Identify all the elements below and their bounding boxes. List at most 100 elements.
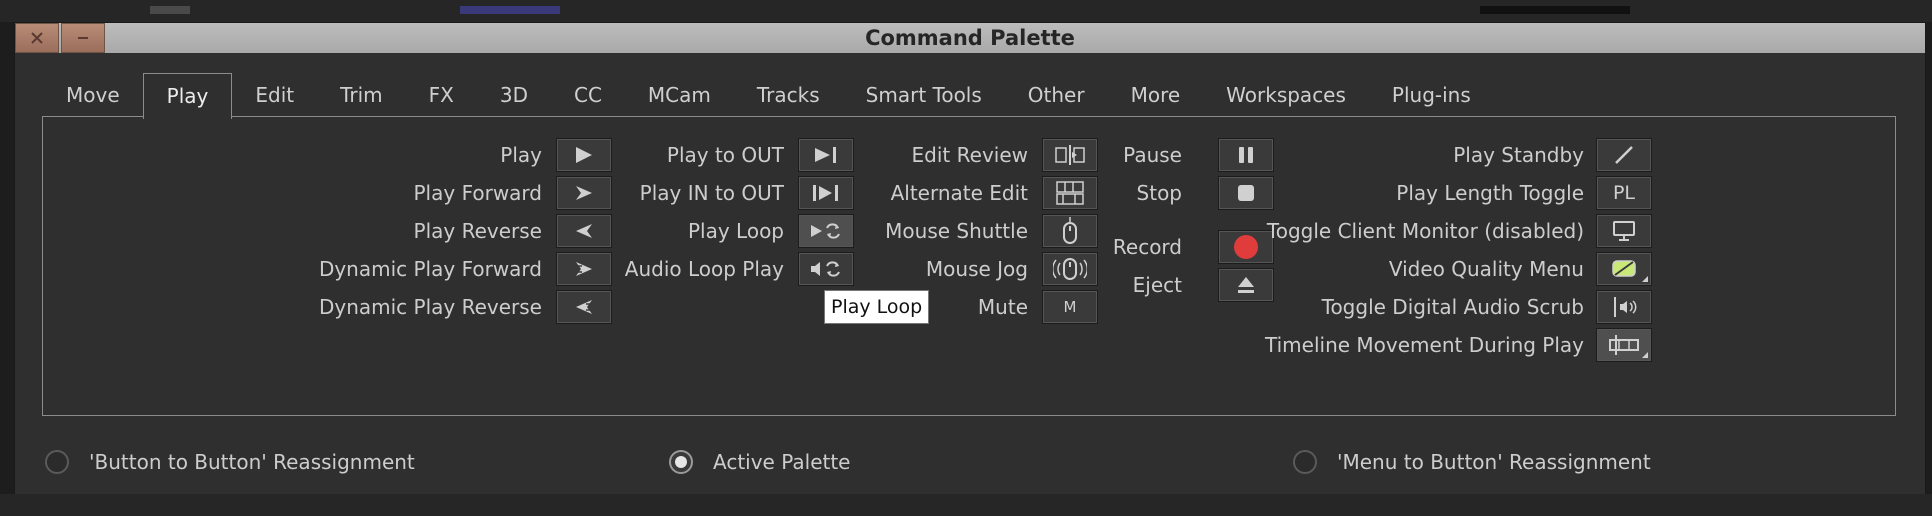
radio-label-active-palette: Active Palette: [713, 450, 851, 474]
audio-loop-play-icon: [809, 258, 843, 280]
radio-label-button-to-button: 'Button to Button' Reassignment: [89, 450, 415, 474]
command-label-play-loop: Play Loop: [687, 219, 784, 243]
command-label-mouse-jog: Mouse Jog: [925, 257, 1028, 281]
title-bar[interactable]: Command Palette: [15, 23, 1925, 53]
command-label-eject: Eject: [1132, 273, 1182, 297]
command-label-audio-loop-play: Audio Loop Play: [624, 257, 784, 281]
toggle-client-monitor-button[interactable]: [1596, 214, 1652, 248]
tooltip: Play Loop: [824, 290, 930, 324]
mouse-shuttle-icon: [1060, 216, 1080, 246]
command-palette-window: Command Palette Move Play Edit Trim FX 3…: [14, 22, 1926, 496]
radio-indicator[interactable]: [669, 450, 693, 474]
tab-move[interactable]: Move: [43, 73, 143, 117]
background-element: [1480, 6, 1630, 14]
background-element: [460, 6, 560, 14]
tab-play[interactable]: Play: [142, 73, 233, 119]
toggle-digital-audio-scrub-button[interactable]: [1596, 290, 1652, 324]
play-button[interactable]: [556, 138, 612, 172]
command-label-play-standby: Play Standby: [1453, 143, 1584, 167]
tab-workspaces[interactable]: Workspaces: [1203, 73, 1369, 117]
play-reverse-button[interactable]: [556, 214, 612, 248]
play-in-to-out-icon: [811, 183, 841, 203]
command-label-edit-review: Edit Review: [911, 143, 1028, 167]
play-icon: [572, 145, 596, 165]
command-label-play-length-toggle: Play Length Toggle: [1396, 181, 1584, 205]
video-quality-menu-button[interactable]: [1596, 252, 1652, 286]
radio-label-menu-to-button: 'Menu to Button' Reassignment: [1337, 450, 1651, 474]
video-quality-icon: [1611, 259, 1637, 279]
command-label-stop: Stop: [1136, 181, 1182, 205]
tab-other[interactable]: Other: [1005, 73, 1108, 117]
tab-more[interactable]: More: [1108, 73, 1204, 117]
command-label-mute: Mute: [977, 295, 1028, 319]
play-loop-icon: [809, 220, 843, 242]
tab-trim[interactable]: Trim: [317, 73, 406, 117]
audio-loop-play-button[interactable]: [798, 252, 854, 286]
play-forward-button[interactable]: [556, 176, 612, 210]
background-element: [150, 6, 190, 14]
tab-cc[interactable]: CC: [551, 73, 625, 117]
mute-icon: M: [1063, 298, 1077, 316]
dynamic-play-forward-button[interactable]: [556, 252, 612, 286]
command-label-play-in-to-out: Play IN to OUT: [639, 181, 784, 205]
dynamic-play-forward-icon: [572, 259, 596, 279]
timeline-movement-during-play-button[interactable]: [1596, 328, 1652, 362]
play-length-toggle-icon: PL: [1612, 182, 1636, 204]
command-label-play-to-out: Play to OUT: [666, 143, 784, 167]
eject-icon: [1235, 274, 1257, 296]
dropdown-corner-icon: [1642, 352, 1648, 358]
eject-button[interactable]: [1218, 268, 1274, 302]
stop-button[interactable]: [1218, 176, 1274, 210]
tab-plug-ins[interactable]: Plug-ins: [1369, 73, 1494, 117]
radio-menu-to-button[interactable]: 'Menu to Button' Reassignment: [1293, 447, 1651, 477]
record-icon: [1233, 234, 1259, 260]
command-label-record: Record: [1112, 235, 1182, 259]
alternate-edit-icon: [1053, 180, 1087, 206]
alternate-edit-button[interactable]: [1042, 176, 1098, 210]
command-label-dynamic-play-reverse: Dynamic Play Reverse: [318, 295, 542, 319]
dropdown-corner-icon: [1642, 276, 1648, 282]
dynamic-play-reverse-button[interactable]: [556, 290, 612, 324]
command-label-toggle-digital-audio-scrub: Toggle Digital Audio Scrub: [1321, 295, 1584, 319]
edit-review-button[interactable]: [1042, 138, 1098, 172]
tab-bar: Move Play Edit Trim FX 3D CC MCam Tracks…: [43, 73, 1494, 119]
tab-fx[interactable]: FX: [406, 73, 477, 117]
play-to-out-button[interactable]: [798, 138, 854, 172]
command-label-dynamic-play-forward: Dynamic Play Forward: [318, 257, 542, 281]
record-button[interactable]: [1218, 230, 1274, 264]
command-label-alternate-edit: Alternate Edit: [890, 181, 1028, 205]
command-label-play: Play: [500, 143, 542, 167]
digital-audio-scrub-icon: [1610, 296, 1638, 318]
play-standby-button[interactable]: [1596, 138, 1652, 172]
tab-tracks[interactable]: Tracks: [734, 73, 843, 117]
tab-mcam[interactable]: MCam: [625, 73, 734, 117]
play-reverse-icon: [572, 221, 596, 241]
tab-smart-tools[interactable]: Smart Tools: [843, 73, 1005, 117]
tab-3d[interactable]: 3D: [477, 73, 551, 117]
play-in-to-out-button[interactable]: [798, 176, 854, 210]
stop-icon: [1236, 183, 1256, 203]
dynamic-play-reverse-icon: [572, 297, 596, 317]
pause-button[interactable]: [1218, 138, 1274, 172]
client-monitor-icon: [1611, 220, 1637, 242]
command-label-toggle-client-monitor: Toggle Client Monitor (disabled): [1266, 219, 1584, 243]
radio-active-palette[interactable]: Active Palette: [669, 447, 851, 477]
command-label-pause: Pause: [1123, 143, 1182, 167]
play-length-toggle-button[interactable]: PL: [1596, 176, 1652, 210]
command-panel: Play Play Forward Play Reverse Dynamic P…: [42, 116, 1896, 416]
mouse-shuttle-button[interactable]: [1042, 214, 1098, 248]
pause-icon: [1236, 145, 1256, 165]
play-to-out-icon: [812, 145, 840, 165]
tab-edit[interactable]: Edit: [232, 73, 317, 117]
radio-indicator[interactable]: [45, 450, 69, 474]
command-label-mouse-shuttle: Mouse Shuttle: [885, 219, 1028, 243]
radio-indicator[interactable]: [1293, 450, 1317, 474]
radio-button-to-button[interactable]: 'Button to Button' Reassignment: [45, 447, 415, 477]
mute-button[interactable]: M: [1042, 290, 1098, 324]
play-loop-button[interactable]: [798, 214, 854, 248]
command-label-play-reverse: Play Reverse: [413, 219, 542, 243]
command-label-video-quality-menu: Video Quality Menu: [1388, 257, 1584, 281]
mouse-jog-button[interactable]: [1042, 252, 1098, 286]
window-title: Command Palette: [865, 26, 1075, 50]
command-label-play-forward: Play Forward: [413, 181, 543, 205]
